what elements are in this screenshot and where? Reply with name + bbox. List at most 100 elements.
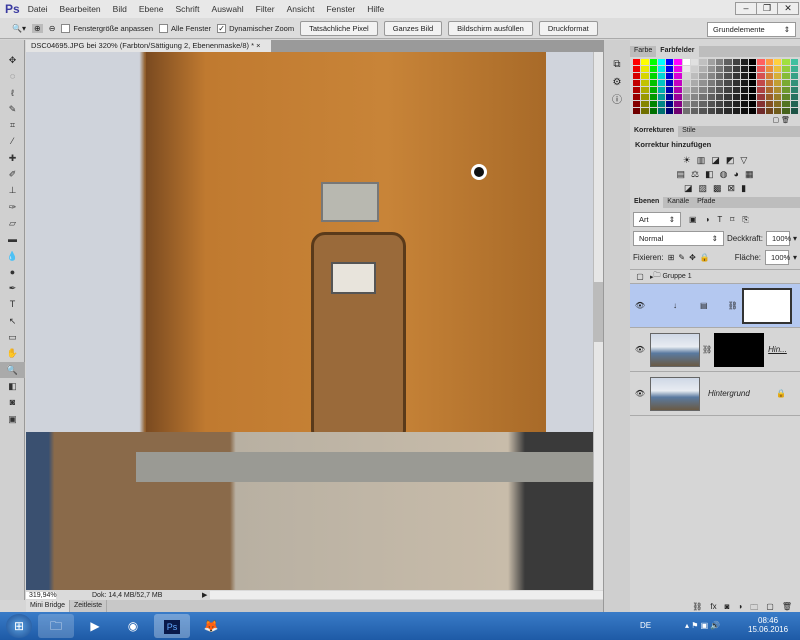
color-swatch[interactable] bbox=[641, 94, 649, 100]
firefox-taskbar-icon[interactable]: 🦊 bbox=[193, 614, 229, 638]
visibility-toggle[interactable]: ▢ bbox=[630, 272, 650, 281]
color-swatch[interactable] bbox=[782, 87, 790, 93]
fill-dropdown-icon[interactable]: ▾ bbox=[793, 253, 797, 262]
tab-farbe[interactable]: Farbe bbox=[630, 46, 656, 57]
color-lookup-icon[interactable]: ▦ bbox=[745, 169, 754, 180]
color-swatch[interactable] bbox=[666, 94, 674, 100]
color-swatch[interactable] bbox=[699, 101, 707, 107]
color-swatch[interactable] bbox=[724, 101, 732, 107]
tab-zeitleiste[interactable]: Zeitleiste bbox=[70, 600, 108, 612]
color-swatch[interactable] bbox=[674, 59, 682, 65]
brush-tool-icon[interactable]: ✐ bbox=[0, 166, 25, 182]
color-swatch[interactable] bbox=[657, 73, 666, 79]
color-swatch[interactable] bbox=[699, 80, 707, 86]
color-swatch[interactable] bbox=[641, 66, 649, 72]
horizontal-scrollbar[interactable] bbox=[210, 591, 603, 599]
color-swatch[interactable] bbox=[674, 66, 682, 72]
menu-ansicht[interactable]: Ansicht bbox=[287, 4, 315, 14]
filter-type-icon[interactable]: T bbox=[717, 215, 722, 224]
color-swatch[interactable] bbox=[732, 101, 740, 107]
color-swatch[interactable] bbox=[674, 94, 682, 100]
new-swatch-icon[interactable]: ▢ bbox=[773, 117, 780, 124]
color-swatch[interactable] bbox=[699, 87, 707, 93]
color-swatch[interactable] bbox=[757, 66, 765, 72]
hand-tool-icon[interactable]: ✋ bbox=[0, 345, 25, 361]
blend-mode-select[interactable]: Normal ⇕ bbox=[633, 231, 724, 246]
color-swatch[interactable] bbox=[765, 87, 774, 93]
tab-stile[interactable]: Stile bbox=[678, 126, 700, 137]
threshold-icon[interactable]: ▩ bbox=[713, 183, 722, 194]
fit-screen-button[interactable]: Ganzes Bild bbox=[383, 20, 443, 36]
color-swatch[interactable] bbox=[765, 80, 774, 86]
color-swatch[interactable] bbox=[649, 87, 657, 93]
color-swatch[interactable] bbox=[649, 59, 657, 65]
color-swatch[interactable] bbox=[666, 73, 674, 79]
tab-ebenen[interactable]: Ebenen bbox=[630, 197, 664, 208]
color-balance-icon[interactable]: ⚖ bbox=[691, 169, 699, 180]
close-document-icon[interactable]: × bbox=[256, 41, 260, 50]
image-canvas[interactable] bbox=[26, 52, 593, 590]
color-swatch[interactable] bbox=[732, 87, 740, 93]
color-swatch[interactable] bbox=[757, 94, 765, 100]
color-swatch[interactable] bbox=[674, 87, 682, 93]
color-swatch[interactable] bbox=[715, 59, 724, 65]
color-swatch[interactable] bbox=[732, 73, 740, 79]
zoom-out-icon[interactable]: ⊖ bbox=[49, 24, 56, 33]
history-brush-tool-icon[interactable]: ✑ bbox=[0, 199, 25, 215]
status-menu-arrow-icon[interactable]: ▶ bbox=[202, 591, 207, 599]
filter-smart-icon[interactable]: ⎘ bbox=[742, 215, 748, 225]
delete-swatch-icon[interactable]: 🗑 bbox=[781, 117, 790, 124]
color-swatch[interactable] bbox=[707, 94, 715, 100]
color-swatch[interactable] bbox=[749, 80, 757, 86]
color-swatch[interactable] bbox=[757, 80, 765, 86]
color-swatch[interactable] bbox=[782, 108, 790, 114]
color-swatch[interactable] bbox=[649, 108, 657, 114]
photo-filter-icon[interactable]: ◍ bbox=[720, 169, 728, 180]
color-swatch[interactable] bbox=[649, 73, 657, 79]
scroll-thumb[interactable] bbox=[594, 282, 603, 342]
color-swatch[interactable] bbox=[782, 66, 790, 72]
color-swatch[interactable] bbox=[757, 59, 765, 65]
clock[interactable]: 08:46 15.06.2016 bbox=[748, 616, 788, 634]
color-swatch[interactable] bbox=[691, 94, 699, 100]
blur-tool-icon[interactable]: 💧 bbox=[0, 248, 25, 264]
minimize-button[interactable]: – bbox=[735, 2, 757, 15]
color-swatch[interactable] bbox=[657, 87, 666, 93]
color-swatch[interactable] bbox=[749, 73, 757, 79]
color-swatch[interactable] bbox=[732, 59, 740, 65]
color-swatch[interactable] bbox=[691, 108, 699, 114]
layer-hin[interactable]: 👁 ⛓ Hin... bbox=[630, 328, 800, 372]
color-swatch[interactable] bbox=[682, 59, 691, 65]
color-swatch[interactable] bbox=[649, 66, 657, 72]
color-swatch[interactable] bbox=[657, 94, 666, 100]
color-swatch[interactable] bbox=[699, 108, 707, 114]
color-swatch[interactable] bbox=[790, 59, 798, 65]
opacity-dropdown-icon[interactable]: ▾ bbox=[793, 234, 797, 243]
color-swatch[interactable] bbox=[666, 108, 674, 114]
gradient-map-icon[interactable]: ▮ bbox=[741, 183, 746, 194]
vibrance-icon[interactable]: ▽ bbox=[740, 155, 747, 166]
color-swatch[interactable] bbox=[691, 59, 699, 65]
color-swatch[interactable] bbox=[724, 80, 732, 86]
eye-icon[interactable]: 👁 bbox=[630, 345, 650, 354]
color-swatch[interactable] bbox=[757, 101, 765, 107]
tab-pfade[interactable]: Pfade bbox=[693, 197, 719, 208]
info-panel-icon[interactable]: ⓘ bbox=[604, 92, 630, 110]
healing-tool-icon[interactable]: ✚ bbox=[0, 150, 25, 166]
color-swatch[interactable] bbox=[774, 73, 782, 79]
color-swatch[interactable] bbox=[657, 80, 666, 86]
tool-presets-icon[interactable]: ⚙ bbox=[604, 74, 630, 92]
color-swatch[interactable] bbox=[774, 87, 782, 93]
color-swatch[interactable] bbox=[682, 73, 691, 79]
color-swatch[interactable] bbox=[633, 73, 641, 79]
color-swatch[interactable] bbox=[782, 73, 790, 79]
tab-korrekturen[interactable]: Korrekturen bbox=[630, 126, 679, 137]
color-swatch[interactable] bbox=[749, 94, 757, 100]
color-swatch[interactable] bbox=[691, 101, 699, 107]
print-size-button[interactable]: Druckformat bbox=[538, 20, 598, 36]
color-swatch[interactable] bbox=[707, 87, 715, 93]
color-swatch[interactable] bbox=[699, 66, 707, 72]
layer-hintergrund[interactable]: 👁 Hintergrund 🔒 bbox=[630, 372, 800, 416]
color-swatch[interactable] bbox=[707, 66, 715, 72]
color-swatch[interactable] bbox=[649, 80, 657, 86]
